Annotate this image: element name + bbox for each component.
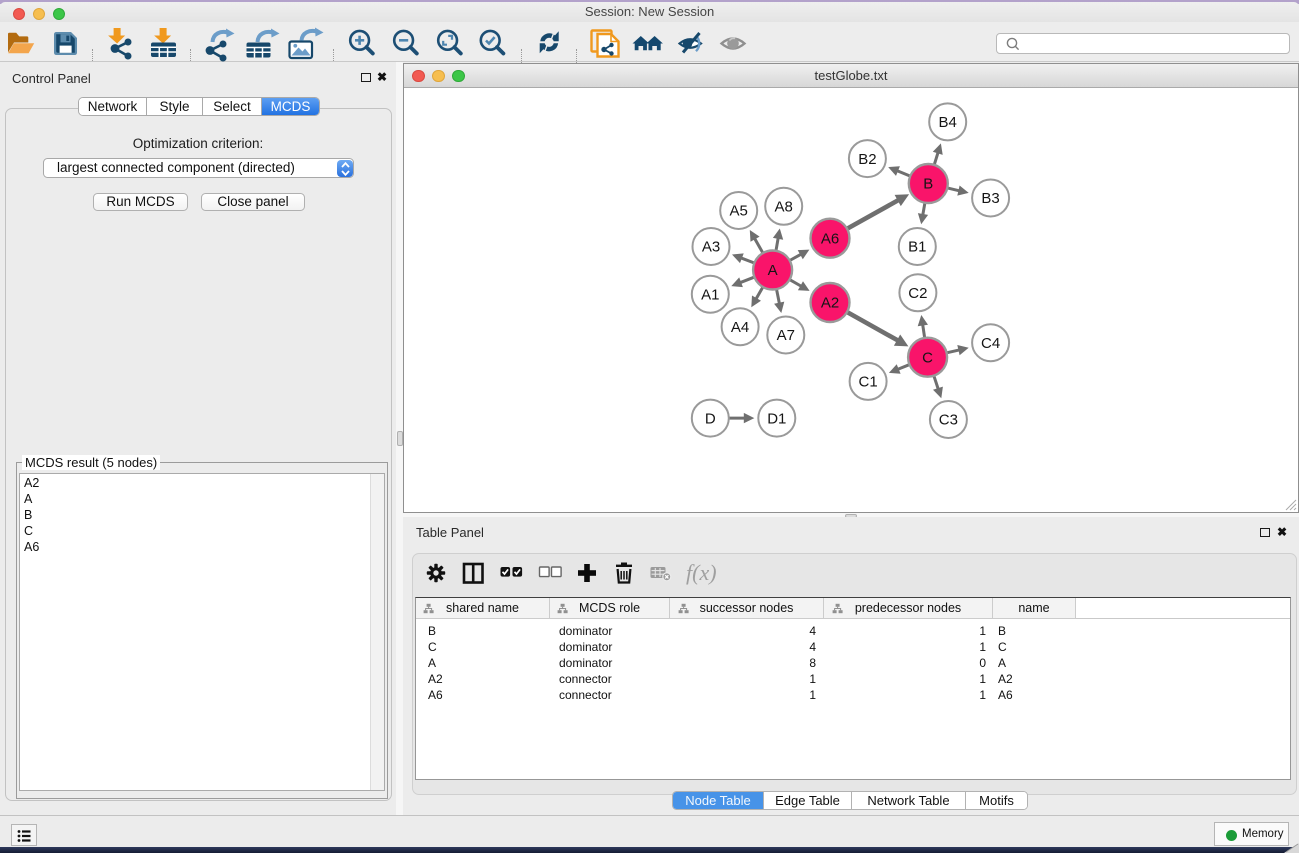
svg-text:C2: C2 [908, 285, 927, 302]
svg-text:D1: D1 [767, 410, 786, 427]
svg-text:B3: B3 [981, 190, 999, 207]
svg-text:C4: C4 [981, 335, 1000, 352]
svg-text:f(x): f(x) [686, 560, 717, 585]
svg-text:A8: A8 [775, 199, 793, 216]
svg-text:B: B [923, 176, 933, 193]
svg-text:C: C [922, 349, 933, 366]
svg-text:C1: C1 [859, 374, 878, 391]
svg-text:B1: B1 [908, 239, 926, 256]
svg-text:B4: B4 [939, 114, 957, 131]
svg-text:A: A [768, 262, 778, 279]
svg-text:A2: A2 [821, 295, 839, 312]
svg-text:C3: C3 [939, 412, 958, 429]
svg-text:A6: A6 [821, 230, 839, 247]
svg-text:A7: A7 [777, 327, 795, 344]
svg-text:B2: B2 [858, 151, 876, 168]
svg-text:D: D [705, 410, 716, 427]
svg-text:A1: A1 [701, 286, 719, 303]
svg-text:A5: A5 [730, 203, 748, 220]
svg-text:A3: A3 [702, 239, 720, 256]
svg-text:A4: A4 [731, 319, 749, 336]
